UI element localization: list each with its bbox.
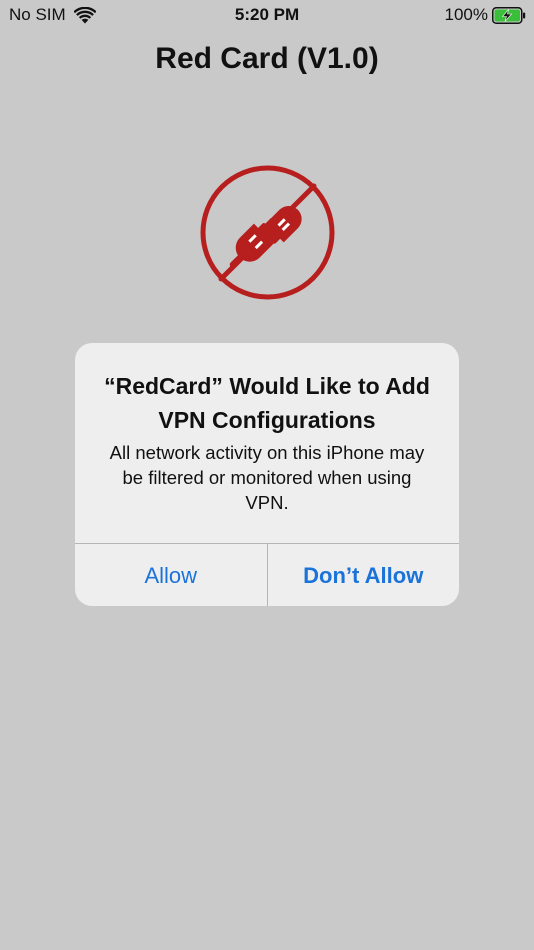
dont-allow-button[interactable]: Don’t Allow [268,544,460,606]
alert-title-line: “RedCard” Would Like to Add [104,373,430,399]
alert-button-row: Allow Don’t Allow [75,543,459,606]
unplugged-icon [200,165,335,300]
alert-message: All network activity on this iPhone may … [97,440,437,515]
alert-title-line: VPN Configurations [158,407,376,433]
allow-button[interactable]: Allow [75,544,267,606]
battery-charging-icon [492,6,526,24]
alert-message-line: be filtered or monitored when using [122,467,412,488]
battery-percent: 100% [444,5,488,24]
alert-message-line: All network activity on this iPhone may [109,442,425,463]
status-right: 100% [445,5,526,25]
alert-title: “RedCard” Would Like to Add VPN Configur… [93,369,441,437]
page-title: Red Card (V1.0) [155,42,379,75]
alert-message-line: VPN. [245,492,289,513]
status-bar: No SIM 5:20 PM 100% [0,0,534,30]
vpn-permission-alert: “RedCard” Would Like to Add VPN Configur… [75,343,459,606]
